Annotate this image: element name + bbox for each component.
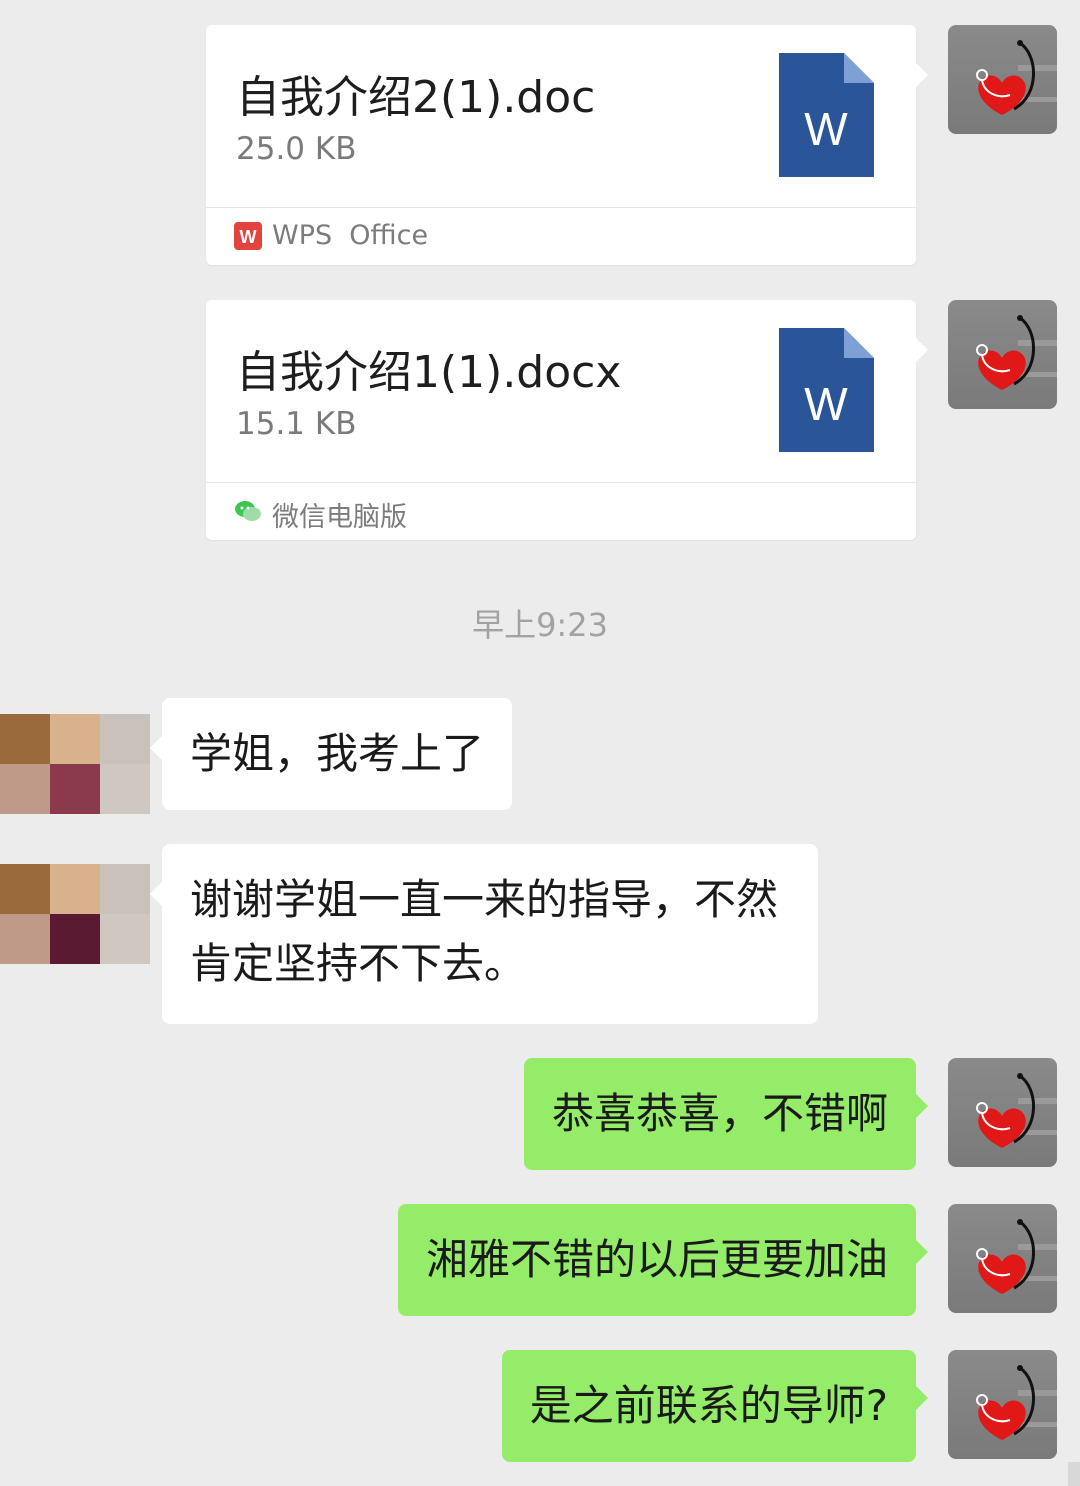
heart-stethoscope-icon <box>976 40 1057 115</box>
avatar-self[interactable] <box>948 300 1057 409</box>
avatar-other[interactable] <box>0 864 150 964</box>
file-source-footer: W WPS Office <box>206 207 916 266</box>
file-source-label: WPS Office <box>272 220 429 251</box>
avatar-self[interactable] <box>948 25 1057 134</box>
sent-message-bubble[interactable]: 恭喜恭喜，不错啊 <box>523 1058 929 1170</box>
heart-stethoscope-icon <box>976 1073 1057 1148</box>
file-size: 25.0 KB <box>236 131 357 167</box>
file-name: 自我介绍2(1).doc <box>236 72 596 123</box>
heart-stethoscope-icon <box>976 315 1057 390</box>
sent-message-bubble[interactable]: 湘雅不错的以后更要加油 <box>397 1204 929 1316</box>
message-line: 谢谢学姐一直一来的指导，不然 <box>190 875 779 924</box>
file-message-card[interactable]: 自我介绍2(1).doc 25.0 KB W W WPS Office <box>206 25 928 266</box>
word-letter: W <box>804 103 848 155</box>
wps-office-icon: W <box>234 222 262 250</box>
file-name: 自我介绍1(1).docx <box>236 347 622 398</box>
scrollbar[interactable] <box>1068 1462 1080 1486</box>
file-source-footer: 微信电脑版 <box>206 482 916 541</box>
chat-timestamp: 早上9:23 <box>472 606 608 644</box>
file-size: 15.1 KB <box>236 406 357 442</box>
avatar-other[interactable] <box>0 714 150 814</box>
word-letter: W <box>804 378 848 430</box>
sent-message-bubble[interactable]: 是之前联系的导师? <box>501 1350 929 1462</box>
received-message-bubble[interactable]: 学姐，我考上了 <box>149 698 513 810</box>
received-message-bubble[interactable]: 谢谢学姐一直一来的指导，不然 肯定坚持不下去。 <box>150 844 818 1024</box>
word-doc-icon: W <box>779 53 874 177</box>
heart-stethoscope-icon <box>976 1219 1057 1294</box>
file-message-card[interactable]: 自我介绍1(1).docx 15.1 KB W 微信电脑版 <box>206 300 928 541</box>
wechat-pc-icon <box>235 501 261 521</box>
message-line: 肯定坚持不下去。 <box>190 939 527 988</box>
wps-letter: W <box>240 227 257 247</box>
heart-stethoscope-icon <box>976 1365 1057 1440</box>
word-doc-icon: W <box>779 328 874 452</box>
file-source-label: 微信电脑版 <box>272 502 407 533</box>
avatar-self[interactable] <box>948 1350 1057 1459</box>
avatar-self[interactable] <box>948 1058 1057 1167</box>
avatar-self[interactable] <box>948 1204 1057 1313</box>
